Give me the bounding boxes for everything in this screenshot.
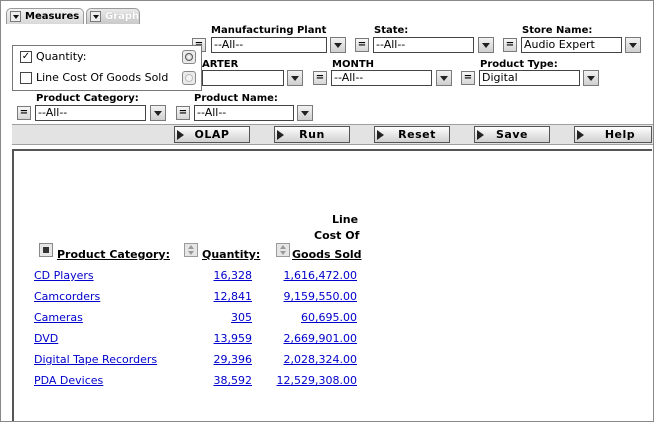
product-category-operator-button[interactable]: = bbox=[17, 106, 31, 120]
state-label: State: bbox=[374, 25, 409, 36]
help-button[interactable]: Help bbox=[574, 126, 652, 143]
sort-cost-icon[interactable] bbox=[276, 243, 290, 257]
play-icon bbox=[377, 130, 384, 140]
quantity-header[interactable]: Quantity: bbox=[202, 248, 260, 261]
tab-graph[interactable]: Graph bbox=[86, 8, 140, 24]
help-button-label: Help bbox=[604, 128, 636, 141]
line-cost-checkbox[interactable] bbox=[20, 72, 32, 84]
table-row-category[interactable]: CD Players bbox=[34, 269, 94, 282]
table-row-category[interactable]: DVD bbox=[34, 332, 58, 345]
product-name-operator-button[interactable]: = bbox=[176, 106, 190, 120]
line-cost-header-line2: Cost Of bbox=[314, 229, 360, 242]
run-button[interactable]: Run bbox=[274, 126, 350, 143]
reset-button[interactable]: Reset bbox=[374, 126, 450, 143]
tab-measures-label: Measures bbox=[25, 11, 80, 22]
state-operator-button[interactable]: = bbox=[355, 38, 369, 52]
product-category-dropdown-button[interactable] bbox=[150, 105, 166, 121]
store-name-operator-button[interactable]: = bbox=[503, 38, 517, 52]
table-row-cost[interactable]: 60,695.00 bbox=[262, 311, 357, 324]
tab-measures[interactable]: Measures bbox=[6, 8, 84, 24]
product-type-dropdown-button[interactable] bbox=[583, 70, 599, 86]
table-row-cost[interactable]: 12,529,308.00 bbox=[262, 374, 357, 387]
chevron-down-icon[interactable] bbox=[10, 11, 21, 22]
product-type-select[interactable]: Digital bbox=[479, 70, 580, 86]
product-name-label: Product Name: bbox=[194, 93, 278, 104]
store-name-select[interactable]: Audio Expert bbox=[521, 37, 622, 53]
table-row-cost[interactable]: 9,159,550.00 bbox=[262, 290, 357, 303]
table-row-category[interactable]: Digital Tape Recorders bbox=[34, 353, 157, 366]
product-category-select[interactable]: --All-- bbox=[35, 105, 146, 121]
save-button-label: Save bbox=[496, 128, 528, 141]
month-operator-button[interactable]: = bbox=[313, 71, 327, 85]
olap-button[interactable]: OLAP bbox=[174, 126, 250, 143]
play-icon bbox=[577, 130, 584, 140]
month-select[interactable]: --All-- bbox=[331, 70, 432, 86]
table-row-quantity[interactable]: 13,959 bbox=[190, 332, 253, 345]
table-row-quantity[interactable]: 16,328 bbox=[190, 269, 253, 282]
month-label: MONTH bbox=[332, 59, 375, 70]
line-cost-header-line1: Line bbox=[332, 213, 359, 226]
line-cost-measure-label: Line Cost Of Goods Sold bbox=[36, 71, 169, 84]
table-row-quantity[interactable]: 38,592 bbox=[190, 374, 253, 387]
quantity-graph-toggle-icon[interactable] bbox=[182, 50, 196, 64]
quantity-checkbox[interactable]: ✓ bbox=[20, 51, 32, 63]
product-type-label: Product Type: bbox=[480, 59, 558, 70]
olap-button-label: OLAP bbox=[194, 128, 230, 141]
quarter-select[interactable] bbox=[202, 70, 284, 86]
store-name-label: Store Name: bbox=[522, 25, 593, 36]
table-row-category[interactable]: Camcorders bbox=[34, 290, 100, 303]
store-name-dropdown-button[interactable] bbox=[625, 37, 641, 53]
table-row-quantity[interactable]: 305 bbox=[190, 311, 252, 324]
line-cost-header[interactable]: Goods Sold bbox=[292, 248, 362, 261]
chevron-down-icon[interactable] bbox=[90, 11, 101, 22]
table-row-cost[interactable]: 1,616,472.00 bbox=[262, 269, 357, 282]
state-dropdown-button[interactable] bbox=[478, 37, 494, 53]
line-cost-graph-toggle-icon[interactable] bbox=[182, 71, 196, 85]
tab-graph-label: Graph bbox=[105, 11, 140, 22]
product-name-select[interactable]: --All-- bbox=[194, 105, 294, 121]
sort-quantity-icon[interactable] bbox=[184, 243, 198, 257]
table-row-quantity[interactable]: 12,841 bbox=[190, 290, 253, 303]
product-type-operator-button[interactable]: = bbox=[461, 71, 475, 85]
collapse-category-icon[interactable] bbox=[39, 243, 53, 257]
manufacturing-plant-dropdown-button[interactable] bbox=[330, 37, 346, 53]
quantity-measure-label: Quantity: bbox=[36, 50, 87, 63]
manufacturing-plant-select[interactable]: --All-- bbox=[211, 37, 327, 53]
manufacturing-plant-label: Manufacturing Plant bbox=[211, 25, 327, 36]
table-row-category[interactable]: Cameras bbox=[34, 311, 83, 324]
product-category-header[interactable]: Product Category: bbox=[57, 248, 170, 261]
save-button[interactable]: Save bbox=[474, 126, 550, 143]
state-select[interactable]: --All-- bbox=[373, 37, 474, 53]
table-row-cost[interactable]: 2,028,324.00 bbox=[262, 353, 357, 366]
month-dropdown-button[interactable] bbox=[436, 70, 452, 86]
table-row-quantity[interactable]: 29,396 bbox=[190, 353, 253, 366]
quarter-dropdown-button[interactable] bbox=[287, 70, 303, 86]
product-name-dropdown-button[interactable] bbox=[297, 105, 313, 121]
run-button-label: Run bbox=[299, 128, 325, 141]
product-category-label: Product Category: bbox=[36, 93, 139, 104]
table-row-cost[interactable]: 2,669,901.00 bbox=[262, 332, 357, 345]
quarter-label: ARTER bbox=[202, 59, 239, 70]
reset-button-label: Reset bbox=[398, 128, 436, 141]
table-row-category[interactable]: PDA Devices bbox=[34, 374, 103, 387]
